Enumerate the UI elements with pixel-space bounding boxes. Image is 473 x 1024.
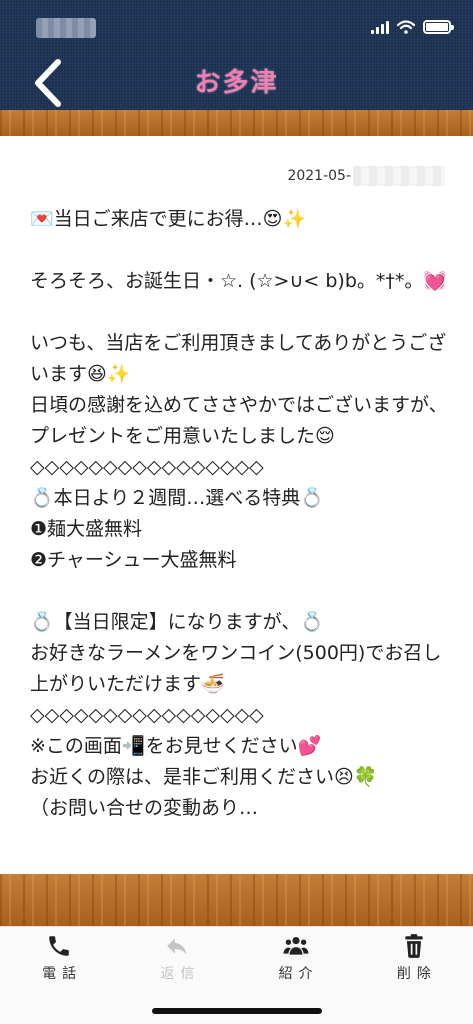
tab-delete[interactable]: 削除 — [355, 927, 473, 1024]
home-indicator[interactable] — [152, 1008, 322, 1014]
wood-divider-top — [0, 110, 473, 136]
users-icon — [283, 937, 309, 955]
message-body: 💌当日ご来店で更にお得…😍✨ そろそろ、お誕生日・☆. (☆>∪< b)b。*†… — [30, 208, 448, 819]
trash-icon — [405, 934, 423, 958]
wifi-icon — [397, 20, 415, 34]
wood-divider-bottom — [0, 874, 473, 926]
reply-icon — [167, 938, 188, 955]
tab-delete-label: 削除 — [396, 966, 437, 982]
tab-phone[interactable]: 電話 — [0, 927, 118, 1024]
message-date-text: 2021-05- — [287, 168, 351, 184]
battery-icon — [423, 20, 454, 34]
app-header: お多津 — [0, 0, 473, 110]
status-time-redacted — [36, 18, 96, 38]
page-title: お多津 — [194, 68, 279, 98]
phone-icon — [49, 936, 69, 956]
status-icons — [371, 20, 454, 34]
tab-reply-label: 返信 — [160, 966, 201, 982]
date-redacted — [353, 166, 445, 186]
message-content[interactable]: 2021-05- 💌当日ご来店で更にお得…😍✨ そろそろ、お誕生日・☆. (☆>… — [0, 136, 473, 874]
tab-share-label: 紹介 — [278, 966, 319, 982]
message-date: 2021-05- — [287, 166, 445, 186]
tab-phone-label: 電話 — [42, 966, 83, 982]
signal-icon — [371, 20, 389, 34]
